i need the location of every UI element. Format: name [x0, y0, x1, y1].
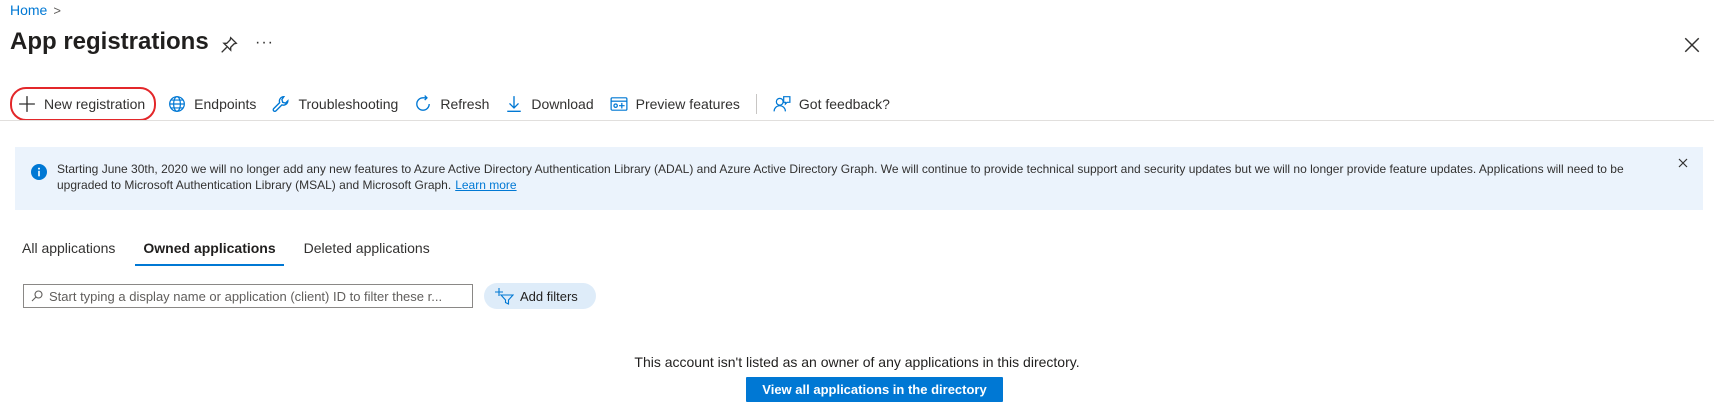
info-icon: [31, 164, 47, 180]
feedback-icon: [773, 96, 791, 112]
filter-search-box: [23, 284, 473, 308]
adal-deprecation-banner: Starting June 30th, 2020 we will no long…: [15, 147, 1703, 210]
globe-icon: [169, 96, 186, 112]
troubleshooting-label: Troubleshooting: [298, 96, 399, 112]
new-registration-button[interactable]: New registration: [10, 87, 157, 121]
breadcrumb-home-link[interactable]: Home: [10, 2, 47, 18]
banner-message: Starting June 30th, 2020 we will no long…: [57, 162, 1624, 192]
download-button[interactable]: Download: [497, 88, 601, 120]
download-label: Download: [531, 96, 594, 112]
feedback-button[interactable]: Got feedback?: [765, 88, 898, 120]
dismiss-banner-icon[interactable]: [1677, 157, 1689, 169]
learn-more-link[interactable]: Learn more: [455, 178, 516, 192]
view-all-applications-button[interactable]: View all applications in the directory: [746, 377, 1003, 402]
refresh-label: Refresh: [440, 96, 490, 112]
pin-icon[interactable]: [220, 36, 238, 54]
breadcrumb: Home >: [10, 2, 61, 18]
application-tabs: All applications Owned applications Dele…: [14, 236, 450, 266]
refresh-icon: [416, 95, 431, 111]
add-filter-icon: [495, 288, 514, 305]
tab-deleted-applications[interactable]: Deleted applications: [296, 236, 438, 266]
endpoints-label: Endpoints: [194, 96, 257, 112]
plus-icon: [19, 96, 35, 112]
search-icon: [31, 290, 43, 302]
feedback-label: Got feedback?: [798, 96, 890, 112]
toolbar-divider-line: [0, 120, 1714, 121]
preview-features-icon: [610, 97, 628, 111]
troubleshooting-button[interactable]: Troubleshooting: [264, 88, 406, 120]
search-input[interactable]: [49, 288, 449, 304]
breadcrumb-separator: >: [53, 2, 61, 18]
refresh-button[interactable]: Refresh: [406, 88, 497, 120]
new-registration-label: New registration: [44, 96, 146, 112]
empty-state-message: This account isn't listed as an owner of…: [634, 354, 1080, 370]
add-filters-button[interactable]: Add filters: [484, 283, 596, 309]
command-bar: New registration Endpoints Troubleshooti…: [10, 87, 898, 121]
add-filters-label: Add filters: [520, 288, 578, 304]
tab-all-applications[interactable]: All applications: [14, 236, 123, 266]
close-icon[interactable]: [1683, 36, 1701, 54]
wrench-icon: [273, 95, 290, 112]
endpoints-button[interactable]: Endpoints: [160, 88, 264, 120]
toolbar-divider: [755, 94, 757, 114]
page-title: App registrations: [10, 28, 209, 55]
download-icon: [507, 96, 522, 112]
tab-owned-applications[interactable]: Owned applications: [135, 236, 284, 266]
preview-features-label: Preview features: [635, 96, 740, 112]
preview-features-button[interactable]: Preview features: [602, 88, 748, 120]
more-options-icon[interactable]: ···: [255, 34, 274, 52]
